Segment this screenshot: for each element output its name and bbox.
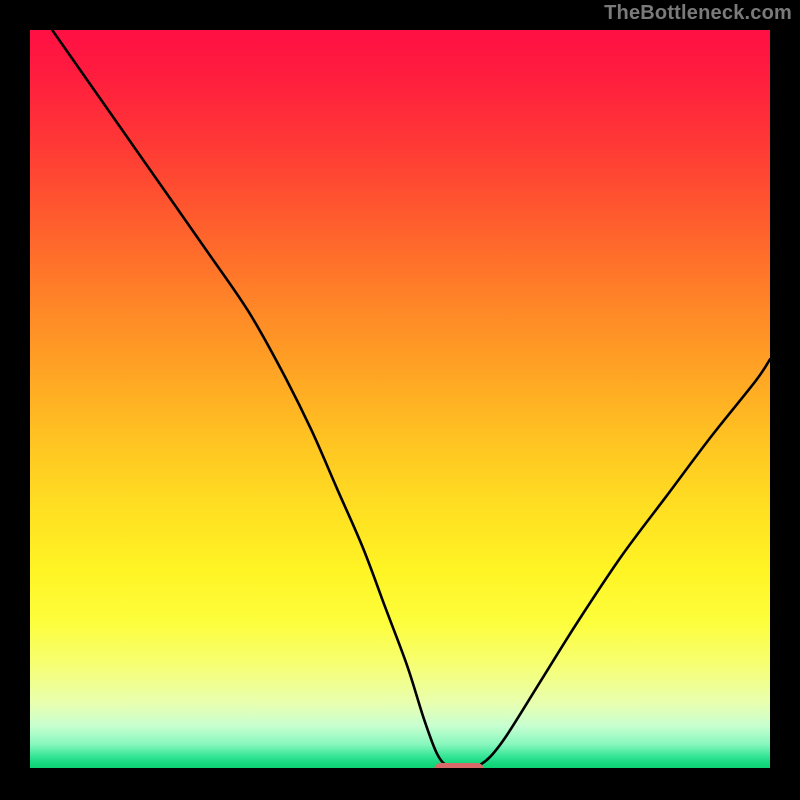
watermark-text: TheBottleneck.com [604, 2, 792, 25]
baseline [30, 768, 770, 770]
plot-area [30, 30, 770, 770]
chart-frame: TheBottleneck.com [0, 0, 800, 800]
bottleneck-curve [30, 30, 770, 770]
